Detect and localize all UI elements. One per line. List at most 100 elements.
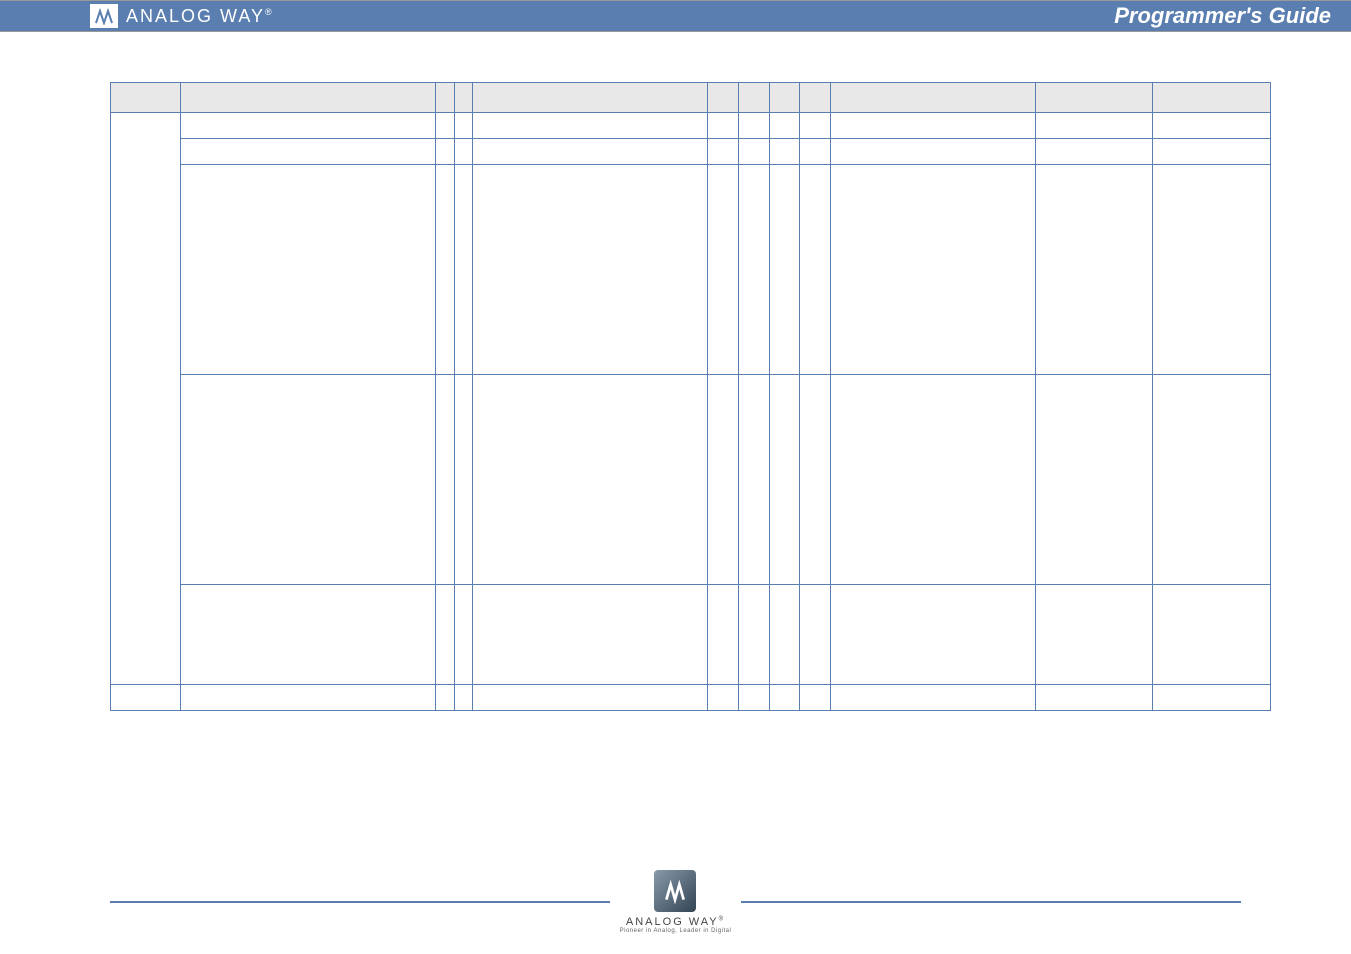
table-cell [436, 375, 454, 585]
table-cell [739, 685, 770, 711]
footer-logo-icon [654, 870, 696, 912]
footer-divider-left [110, 901, 610, 903]
table-cell [769, 165, 800, 375]
header-bar: ANALOG WAY® Programmer's Guide [0, 0, 1351, 32]
table-cell [1153, 165, 1271, 375]
table-cell [1035, 685, 1153, 711]
table-cell [1153, 139, 1271, 165]
table-header [800, 83, 831, 113]
table-cell [831, 165, 1036, 375]
table-cell [436, 585, 454, 685]
table-cell [436, 139, 454, 165]
table-row [111, 685, 1271, 711]
table-header [831, 83, 1036, 113]
table-cell [769, 139, 800, 165]
table-cell [1035, 113, 1153, 139]
table-cell [1153, 113, 1271, 139]
table-row [111, 139, 1271, 165]
table-cell [708, 139, 739, 165]
table-cell [831, 139, 1036, 165]
brand-logo-icon [90, 4, 118, 28]
table-cell [180, 113, 436, 139]
table-cell [800, 165, 831, 375]
table-cell [473, 375, 708, 585]
table-cell [454, 375, 472, 585]
table-cell [831, 585, 1036, 685]
table-cell [708, 113, 739, 139]
table-cell [739, 375, 770, 585]
table-cell [800, 113, 831, 139]
table-cell [1035, 375, 1153, 585]
command-table [110, 82, 1271, 711]
table-cell [831, 375, 1036, 585]
table-cell [180, 139, 436, 165]
content-area [0, 32, 1351, 731]
table-cell [1035, 139, 1153, 165]
table-cell [454, 165, 472, 375]
table-cell [473, 685, 708, 711]
table-header [473, 83, 708, 113]
table-cell [180, 165, 436, 375]
table-cell [739, 585, 770, 685]
table-header [454, 83, 472, 113]
table-cell [708, 165, 739, 375]
table-cell [800, 585, 831, 685]
brand-text: ANALOG WAY® [126, 6, 274, 27]
table-header [708, 83, 739, 113]
table-cell [454, 585, 472, 685]
table-cell [708, 685, 739, 711]
table-header [1035, 83, 1153, 113]
table-cell [769, 375, 800, 585]
table-cell [473, 585, 708, 685]
table-cell [111, 113, 181, 685]
table-header [739, 83, 770, 113]
table-cell [1153, 375, 1271, 585]
table-cell [436, 165, 454, 375]
table-cell [454, 139, 472, 165]
table-header-row [111, 83, 1271, 113]
table-row [111, 113, 1271, 139]
table-cell [769, 685, 800, 711]
table-cell [180, 585, 436, 685]
table-cell [1153, 585, 1271, 685]
table-cell [831, 685, 1036, 711]
table-cell [473, 165, 708, 375]
footer-divider-right [741, 901, 1241, 903]
table-row [111, 165, 1271, 375]
table-cell [708, 375, 739, 585]
footer-logo: ANALOG WAY® Pioneer in Analog, Leader in… [620, 870, 732, 934]
table-cell [831, 113, 1036, 139]
table-cell [454, 685, 472, 711]
page-footer: ANALOG WAY® Pioneer in Analog, Leader in… [0, 870, 1351, 934]
table-header [1153, 83, 1271, 113]
table-cell [1035, 165, 1153, 375]
table-cell [739, 113, 770, 139]
table-cell [454, 113, 472, 139]
table-row [111, 585, 1271, 685]
table-cell [436, 113, 454, 139]
page-title: Programmer's Guide [1114, 3, 1331, 29]
table-cell [1035, 585, 1153, 685]
footer-brand-text: ANALOG WAY® [626, 916, 725, 928]
table-header [769, 83, 800, 113]
table-cell [739, 139, 770, 165]
table-cell [1153, 685, 1271, 711]
table-cell [739, 165, 770, 375]
table-cell [800, 139, 831, 165]
table-cell [473, 113, 708, 139]
table-cell [436, 685, 454, 711]
table-cell [180, 685, 436, 711]
table-cell [769, 585, 800, 685]
table-header [180, 83, 436, 113]
table-cell [473, 139, 708, 165]
table-header [111, 83, 181, 113]
table-header [436, 83, 454, 113]
table-row [111, 375, 1271, 585]
table-cell [800, 375, 831, 585]
table-cell [708, 585, 739, 685]
table-cell [800, 685, 831, 711]
footer-tagline: Pioneer in Analog, Leader in Digital [620, 928, 732, 934]
table-cell [180, 375, 436, 585]
table-cell [769, 113, 800, 139]
table-cell [111, 685, 181, 711]
